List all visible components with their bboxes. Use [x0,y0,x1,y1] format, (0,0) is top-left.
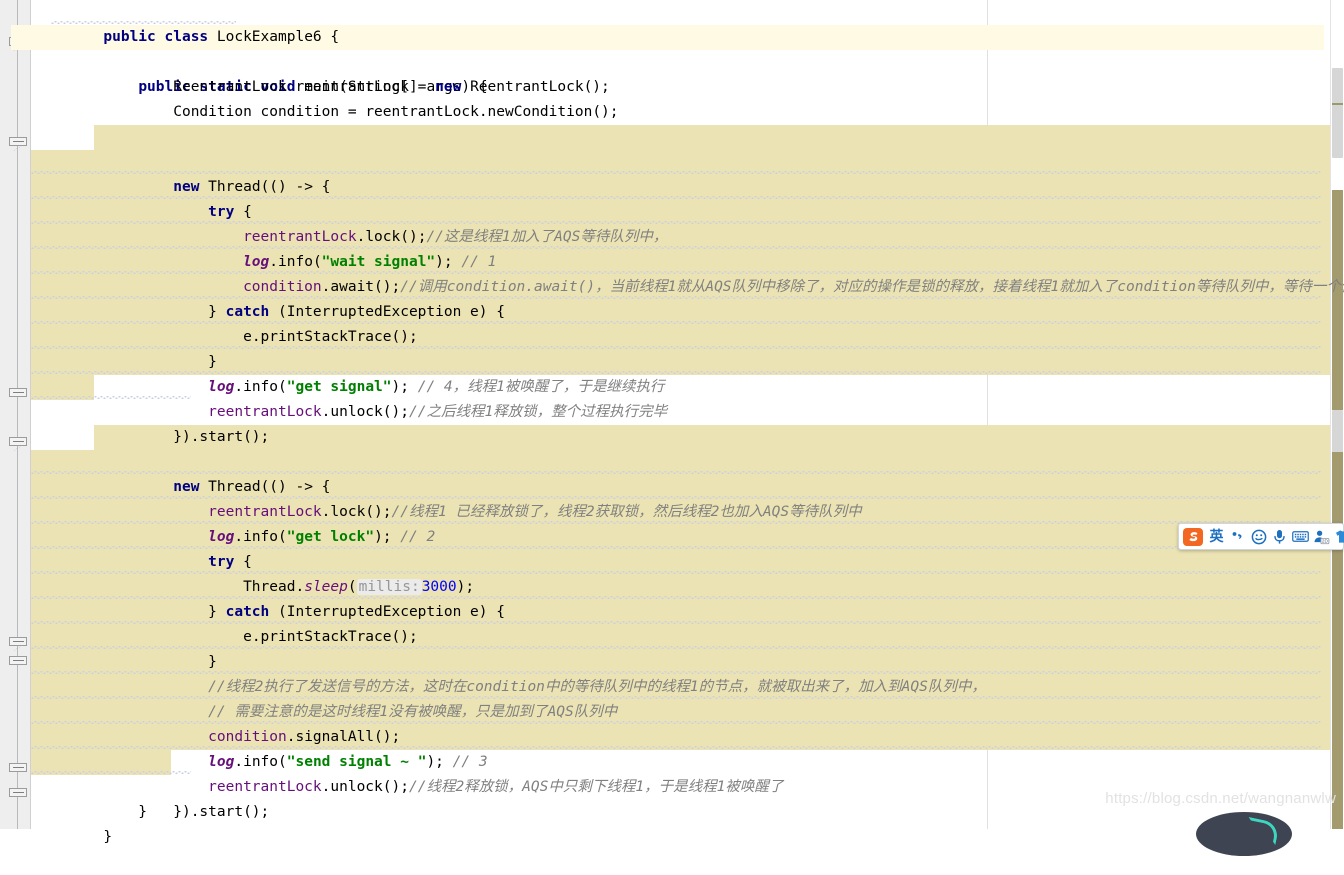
code-fold-rail [17,0,18,829]
scrollbar-marker-lower[interactable] [1332,190,1343,410]
parameter-hint: millis: [356,579,422,595]
scrollbar-thumb[interactable] [1332,68,1343,158]
fold-marker-thread1-lambda[interactable] [9,137,27,151]
fold-marker-comment-block-2[interactable] [9,656,27,667]
skin-tshirt-icon[interactable] [1334,527,1344,546]
sogou-ime-toolbar[interactable]: 英 2D [1178,523,1344,550]
keyboard-icon[interactable] [1292,527,1309,546]
code-editor[interactable]: public class LockExample6 { public stati… [0,0,1344,856]
code-line[interactable]: ReentrantLock reentrantLock = new Reentr… [31,50,1331,95]
code-lines[interactable]: public class LockExample6 { public stati… [11,0,1344,845]
user-2d-icon[interactable]: 2D [1313,527,1330,546]
sleep-millis-value: 3000 [421,579,457,595]
microphone-icon[interactable] [1271,527,1288,546]
input-mode-icon[interactable]: 英 [1208,527,1225,546]
scrollbar-marker[interactable] [1332,103,1343,105]
fold-marker-thread1-end[interactable] [9,388,27,399]
code-line[interactable]: try { [31,150,1344,220]
code-line[interactable]: public class LockExample6 { [31,0,1331,45]
scrollbar-marker-lower-2[interactable] [1332,452,1343,829]
code-line[interactable]: new Thread(() -> { [31,125,1344,195]
fold-marker-comment-block[interactable] [9,637,27,651]
fold-marker-thread2-lambda[interactable] [9,437,27,451]
vertical-scrollbar[interactable] [1330,0,1344,829]
fold-marker-method-end[interactable] [9,788,27,799]
editor-gutter[interactable] [0,0,31,829]
code-line[interactable]: reentrantLock.lock();//线程1 已经释放锁了，线程2获取锁… [31,450,1344,520]
cursor-graphic [1196,812,1292,856]
csdn-watermark: https://blog.csdn.net/wangnanwlw [1105,790,1336,807]
punctuation-icon[interactable] [1229,527,1246,546]
code-line[interactable]: // 需要注意的是这时线程1没有被唤醒，只是加到了AQS队列中 [31,650,1344,720]
svg-text:2D: 2D [1322,538,1329,544]
sogou-logo-icon[interactable] [1182,526,1204,548]
fold-marker-thread2-end[interactable] [9,763,27,774]
code-line[interactable]: reentrantLock.unlock();//之后线程1释放锁，整个过程执行… [31,350,1344,420]
emoji-icon[interactable] [1250,527,1267,546]
scrollbar-thumb-lower[interactable] [1332,410,1343,455]
